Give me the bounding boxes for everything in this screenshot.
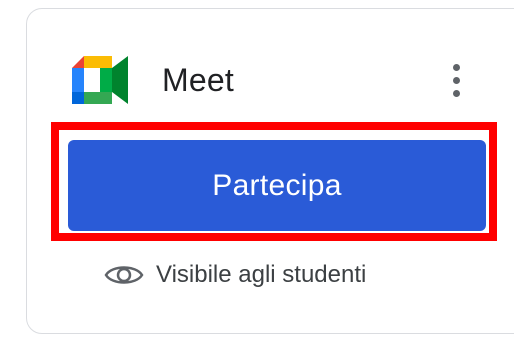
more-vert-icon [452,63,460,71]
card-header: Meet [70,54,490,106]
visibility-info: Visibile agli studenti [104,257,366,293]
more-options-button[interactable] [440,54,472,106]
visibility-text: Visibile agli studenti [156,261,367,288]
more-vert-dot [452,89,460,97]
more-vert-dot [452,76,460,84]
app-name: Meet [162,62,234,98]
google-meet-logo-icon [70,54,130,106]
eye-icon [104,266,144,284]
highlight-box [51,122,497,241]
